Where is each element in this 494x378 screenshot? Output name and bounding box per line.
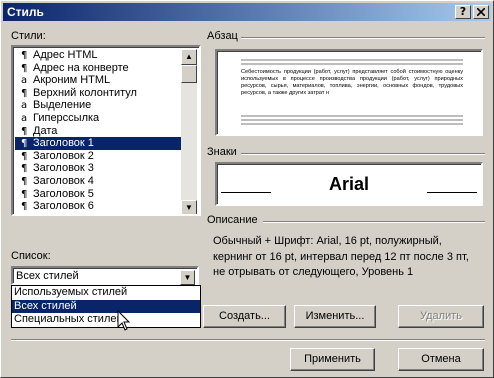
list-item[interactable]: ¶ Заголовок 3	[15, 162, 187, 175]
dropdown-option[interactable]: Используемых стилей	[12, 286, 200, 300]
list-item-label: Заголовок 2	[33, 149, 94, 162]
bottom-divider	[11, 339, 485, 341]
close-button[interactable]	[473, 5, 489, 19]
dropdown-option[interactable]: Специальных стилей	[12, 313, 200, 327]
list-item[interactable]: ¶ Дата	[15, 125, 187, 138]
paragraph-style-icon: ¶	[21, 201, 28, 213]
list-item[interactable]: a Акроним HTML	[15, 74, 187, 87]
description-text: Обычный + Шрифт: Arial, 16 pt, полужирны…	[213, 235, 469, 278]
list-item[interactable]: ¶ Верхний колонтитул	[15, 87, 187, 100]
styles-listbox[interactable]: ¶ Адрес HTML ¶ Адрес на конверте a Акроним HT…	[11, 45, 201, 216]
chevron-down-icon: ▼	[183, 273, 192, 282]
list-item[interactable]: ¶ Заголовок 2	[15, 150, 187, 163]
paragraph-preview: Себестоимость продукции (работ, услуг) п…	[215, 49, 483, 136]
help-button[interactable]: ?	[455, 5, 471, 19]
window-title: Стиль	[7, 5, 44, 19]
styles-scrollbar[interactable]: ▲ ▼	[181, 49, 197, 214]
modify-button[interactable]: Изменить...	[294, 305, 376, 328]
dropdown-option[interactable]: Всех стилей	[12, 299, 200, 313]
list-filter-combobox[interactable]: Всех стилей ▼	[11, 266, 199, 285]
characters-divider	[241, 153, 485, 155]
style-dialog: Стиль ? Стили: ¶ Адрес HTML ¶ Адрес на конв…	[0, 0, 494, 378]
scroll-up-button[interactable]: ▲	[181, 49, 197, 65]
list-item-label: Адрес на конверте	[33, 61, 129, 74]
description-label: Описание	[207, 214, 258, 226]
scroll-thumb[interactable]	[181, 65, 197, 83]
list-item-label: Выделение	[33, 99, 92, 112]
list-item-label: Адрес HTML	[33, 49, 98, 61]
scroll-down-button[interactable]: ▼	[181, 200, 197, 214]
list-item-label: Верхний колонтитул	[33, 86, 137, 99]
list-item-label: Дата	[33, 124, 58, 137]
styles-label: Стили:	[11, 30, 46, 42]
characters-label: Знаки	[207, 146, 237, 158]
list-item[interactable]: ¶ Заголовок 4	[15, 175, 187, 188]
cancel-button[interactable]: Отмена	[398, 348, 484, 371]
list-item[interactable]: ¶ Заголовок 1	[15, 137, 187, 150]
list-filter-dropdown[interactable]: Используемых стилей Всех стилей Специальны…	[11, 285, 201, 328]
list-item-label: Акроним HTML	[33, 74, 111, 87]
description-divider	[263, 221, 485, 223]
styles-items: ¶ Адрес HTML ¶ Адрес на конверте a Акроним HT…	[15, 49, 187, 213]
list-filter-dropdown-button[interactable]: ▼	[180, 270, 195, 285]
list-item-label: Заголовок 6	[33, 200, 94, 213]
apply-button[interactable]: Применить	[290, 348, 375, 371]
list-item[interactable]: ¶ Заголовок 5	[15, 188, 187, 201]
create-button[interactable]: Создать...	[203, 305, 286, 328]
list-item[interactable]: a Выделение	[15, 99, 187, 112]
list-item-label: Заголовок 5	[33, 187, 94, 200]
list-item-label: Гиперссылка	[33, 111, 100, 124]
list-item-label: Заголовок 4	[33, 174, 94, 187]
list-filter-value: Всех стилей	[16, 270, 79, 282]
delete-button[interactable]: Удалить	[398, 305, 484, 328]
list-item[interactable]: ¶ Заголовок 6	[15, 200, 187, 213]
paragraph-sample: Себестоимость продукции (работ, услуг) п…	[241, 69, 463, 96]
mouse-pointer-icon	[117, 310, 131, 331]
close-icon	[476, 7, 486, 17]
list-filter-label: Список:	[11, 250, 51, 262]
title-bar[interactable]: Стиль ?	[3, 3, 491, 21]
paragraph-divider	[241, 37, 485, 39]
characters-preview: Arial	[215, 162, 483, 206]
list-item[interactable]: ¶ Адрес на конверте	[15, 62, 187, 75]
list-item-label: Заголовок 3	[33, 162, 94, 175]
paragraph-label: Абзац	[207, 30, 238, 42]
list-item[interactable]: a Гиперссылка	[15, 112, 187, 125]
list-item-label: Заголовок 1	[33, 137, 94, 150]
list-item[interactable]: ¶ Адрес HTML	[15, 49, 187, 62]
